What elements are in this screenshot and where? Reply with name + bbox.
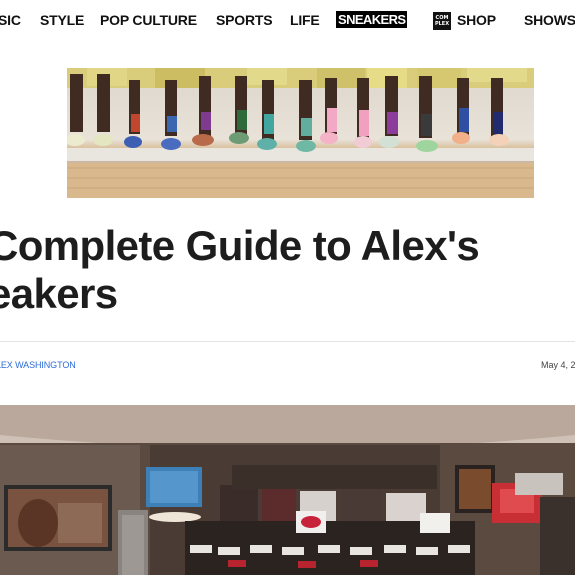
shop-logo-icon[interactable]: COM PLEX <box>433 12 451 30</box>
sneakers-photo-icon <box>67 68 534 198</box>
headline-line-1: Complete Guide to Alex's <box>0 222 480 269</box>
room-photo[interactable] <box>0 405 575 575</box>
nav-item-life[interactable]: LIFE <box>290 12 320 28</box>
nav-item-shop[interactable]: SHOP <box>457 12 496 28</box>
headline-line-2: eakers <box>0 270 118 317</box>
nav-item-style[interactable]: STYLE <box>40 12 84 28</box>
nav-item-music[interactable]: SIC <box>0 12 21 28</box>
nav-item-pop-culture[interactable]: POP CULTURE <box>100 12 197 28</box>
publish-date: May 4, 2 <box>541 360 575 370</box>
author-link[interactable]: LEX WASHINGTON <box>0 360 76 370</box>
shop-logo-text: COM PLEX <box>434 15 450 27</box>
article-headline: Complete Guide to Alex's eakers <box>0 222 575 318</box>
hero-image[interactable] <box>67 68 534 198</box>
nav-item-sports[interactable]: SPORTS <box>216 12 273 28</box>
byline-divider <box>0 341 575 342</box>
sneaker-room-photo-icon <box>0 405 575 575</box>
nav-item-sneakers[interactable]: SNEAKERS <box>336 11 408 28</box>
nav-item-shows[interactable]: SHOWS <box>524 12 575 28</box>
top-nav: SIC STYLE POP CULTURE SPORTS LIFE SNEAKE… <box>0 0 575 44</box>
